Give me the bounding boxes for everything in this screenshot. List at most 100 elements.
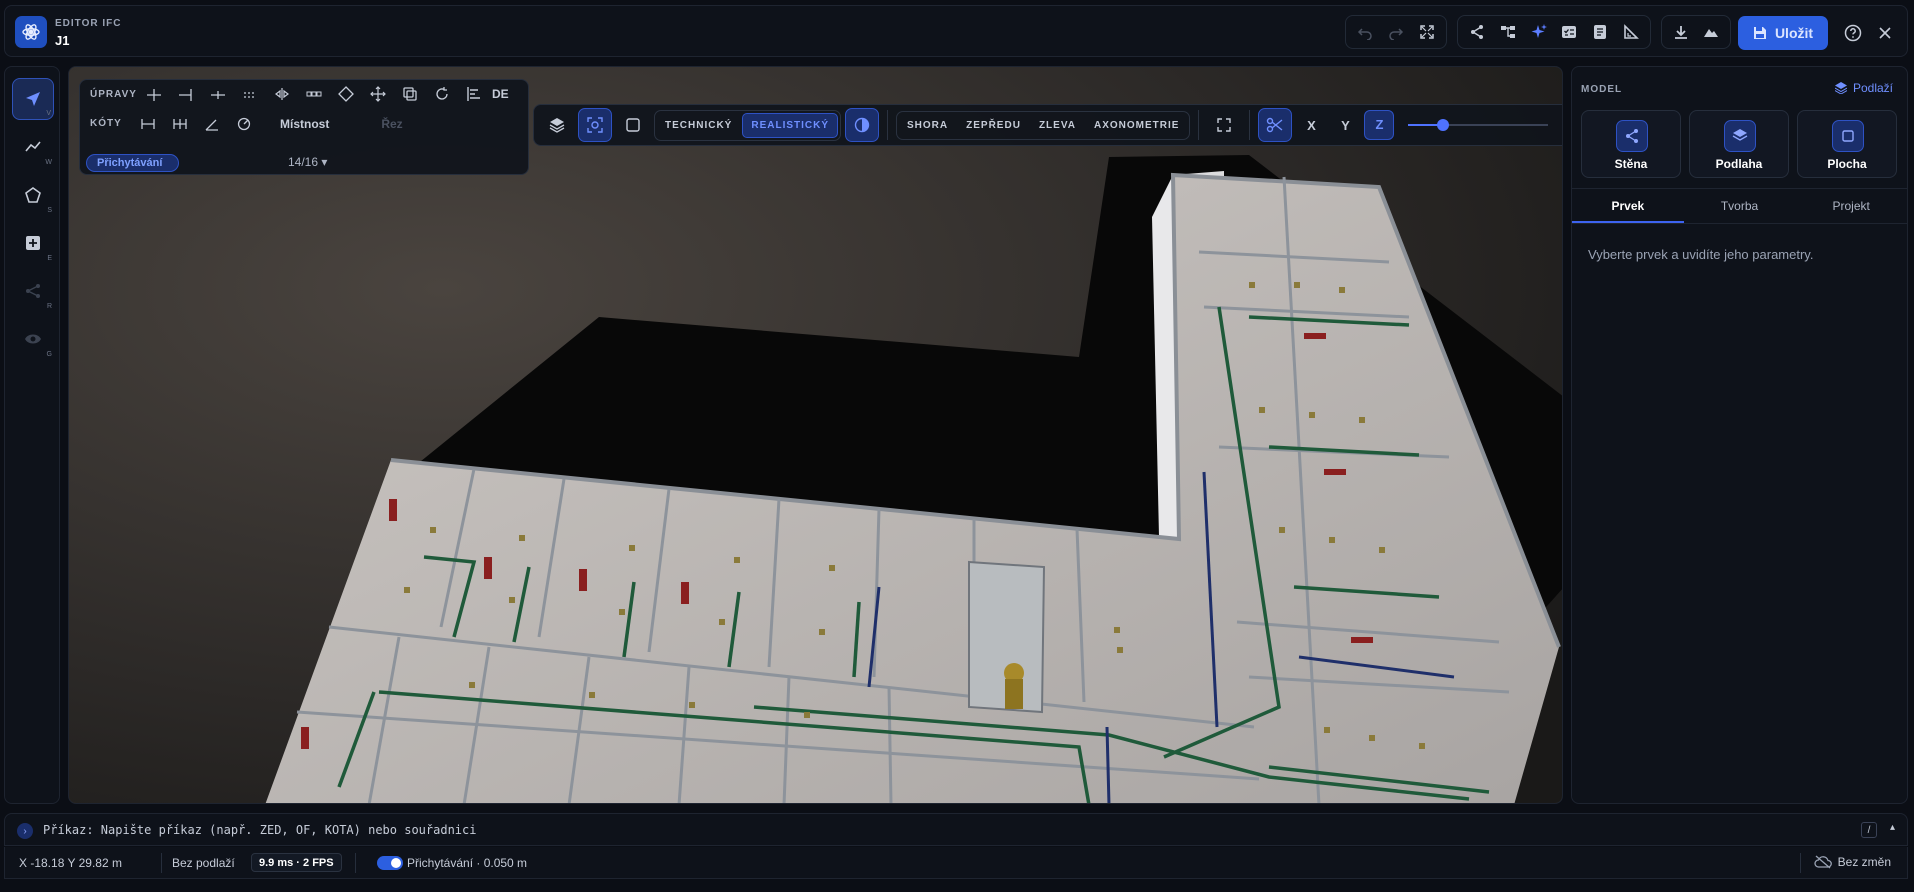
shortcut-key: E — [47, 255, 52, 262]
shortcut-key: W — [45, 159, 52, 166]
axonometric-view-button[interactable]: AXONOMETRIE — [1086, 114, 1187, 137]
snap-count-dropdown[interactable]: 14/16 ▾ — [288, 155, 327, 169]
line-tool-button[interactable]: W — [12, 126, 54, 168]
ifc-editor-app: EDITOR IFC J1 Uložit V W S E R G ÚPRAVY … — [0, 0, 1914, 892]
realistic-mode-button[interactable]: REALISTICKÝ — [742, 112, 839, 138]
snapping-toggle[interactable] — [377, 856, 403, 870]
divider — [1249, 110, 1251, 140]
connect-icon — [26, 284, 40, 298]
copy-icon[interactable] — [396, 82, 424, 106]
chevron-right-icon: › — [17, 823, 33, 839]
edit-tools-row: DE — [140, 82, 509, 106]
front-view-button[interactable]: ZEPŘEDU — [958, 114, 1029, 137]
wall-icon — [1616, 120, 1648, 152]
redo-icon[interactable] — [1383, 18, 1410, 46]
shortcut-key: S — [47, 207, 52, 214]
axis-x-button[interactable]: X — [1296, 118, 1326, 133]
save-button[interactable]: Uložit — [1738, 16, 1828, 50]
changes-label: Bez změn — [1837, 855, 1891, 869]
linear-dimension-icon[interactable] — [134, 112, 162, 136]
contrast-icon[interactable] — [845, 108, 880, 142]
slider-knob[interactable] — [1437, 119, 1450, 131]
zoom-extents-icon[interactable] — [1207, 108, 1241, 142]
technical-mode-button[interactable]: TECHNICKÝ — [657, 114, 740, 137]
checklist-icon[interactable] — [1556, 18, 1583, 46]
layers-icon[interactable] — [540, 108, 574, 142]
hierarchy-icon[interactable] — [1495, 18, 1522, 46]
edit-tool-panel: ÚPRAVY DE KÓTY Místnost Řez Přichytávání… — [79, 79, 529, 175]
radius-dimension-icon[interactable] — [230, 112, 258, 136]
shortcut-key: V — [46, 110, 51, 117]
room-button[interactable]: Místnost — [280, 117, 329, 131]
axis-y-button[interactable]: Y — [1330, 118, 1360, 133]
offset-icon[interactable] — [236, 82, 264, 106]
connect-tool-button[interactable]: R — [12, 270, 54, 312]
measure-icon[interactable] — [1617, 18, 1644, 46]
snapping-status: Přichytávání · 0.050 m — [407, 856, 528, 870]
angle-dimension-icon[interactable] — [198, 112, 226, 136]
undo-icon[interactable] — [1352, 18, 1379, 46]
terrain-icon[interactable] — [1698, 18, 1724, 46]
divider — [887, 110, 889, 140]
scale-icon[interactable] — [332, 82, 360, 106]
share-icon[interactable] — [1464, 18, 1491, 46]
top-view-button[interactable]: SHORA — [899, 114, 956, 137]
axis-z-button[interactable]: Z — [1364, 110, 1395, 140]
add-element-tool-button[interactable]: E — [12, 222, 54, 264]
building-3d-scene[interactable] — [69, 67, 1563, 804]
section-button[interactable]: Řez — [381, 117, 402, 131]
ai-sparkle-icon[interactable] — [1525, 18, 1552, 46]
select-tool-button[interactable]: V — [12, 78, 54, 120]
de-button[interactable]: DE — [492, 87, 509, 101]
left-view-button[interactable]: ZLEVA — [1031, 114, 1084, 137]
divider — [1198, 110, 1200, 140]
tab-project[interactable]: Projekt — [1795, 189, 1907, 223]
report-icon[interactable] — [1587, 18, 1614, 46]
split-icon[interactable] — [204, 82, 232, 106]
cursor-coordinates: X -18.18 Y 29.82 m — [19, 856, 122, 870]
help-icon[interactable] — [1841, 21, 1865, 45]
trim-icon[interactable] — [140, 82, 168, 106]
view-direction-group: SHORA ZEPŘEDU ZLEVA AXONOMETRIE — [896, 110, 1191, 140]
panel-tabs: Prvek Tvorba Projekt — [1572, 188, 1907, 224]
array-icon[interactable] — [300, 82, 328, 106]
move-icon[interactable] — [364, 82, 392, 106]
floor-status: Bez podlaží — [172, 856, 235, 870]
command-input[interactable]: Příkaz: Napište příkaz (např. ZED, OF, K… — [43, 823, 476, 837]
wall-card[interactable]: Stěna — [1581, 110, 1681, 178]
layers-icon — [1834, 82, 1847, 94]
expand-command-icon[interactable]: ▴ — [1890, 822, 1895, 833]
view-toolbar: TECHNICKÝ REALISTICKÝ SHORA ZEPŘEDU ZLEV… — [533, 104, 1563, 146]
chain-dimension-icon[interactable] — [166, 112, 194, 136]
tab-create[interactable]: Tvorba — [1684, 189, 1796, 223]
mirror-icon[interactable] — [268, 82, 296, 106]
align-icon[interactable] — [460, 82, 488, 106]
area-card[interactable]: Plocha — [1797, 110, 1897, 178]
fullscreen-icon[interactable] — [1413, 18, 1440, 46]
tab-element[interactable]: Prvek — [1572, 189, 1684, 223]
box-select-icon[interactable] — [616, 108, 650, 142]
status-bar: X -18.18 Y 29.82 m Bez podlaží 9.9 ms · … — [4, 847, 1908, 879]
floors-button[interactable]: Podlaží — [1834, 81, 1893, 95]
visibility-tool-button[interactable]: G — [12, 318, 54, 360]
close-icon[interactable] — [1873, 21, 1897, 45]
polygon-tool-button[interactable]: S — [12, 174, 54, 216]
slab-layers-icon — [1724, 120, 1756, 152]
area-card-label: Plocha — [1827, 157, 1867, 171]
focus-target-icon[interactable] — [578, 108, 612, 142]
snapping-pill[interactable]: Přichytávání — [86, 154, 179, 172]
left-tool-rail: V W S E R G — [4, 66, 60, 804]
export-group — [1661, 15, 1731, 49]
download-icon[interactable] — [1668, 18, 1694, 46]
floor-card[interactable]: Podlaha — [1689, 110, 1789, 178]
square-icon — [1832, 120, 1864, 152]
clip-level-slider[interactable] — [1408, 117, 1549, 133]
swap-direction-icon[interactable] — [1562, 108, 1563, 142]
section-cut-icon[interactable] — [1258, 108, 1293, 142]
rotate-icon[interactable] — [428, 82, 456, 106]
extend-icon[interactable] — [172, 82, 200, 106]
changes-status: Bez změn — [1814, 855, 1891, 869]
3d-viewport[interactable]: ÚPRAVY DE KÓTY Místnost Řez Přichytávání… — [68, 66, 1563, 804]
app-title: EDITOR IFC — [55, 18, 122, 29]
app-logo — [15, 16, 47, 48]
